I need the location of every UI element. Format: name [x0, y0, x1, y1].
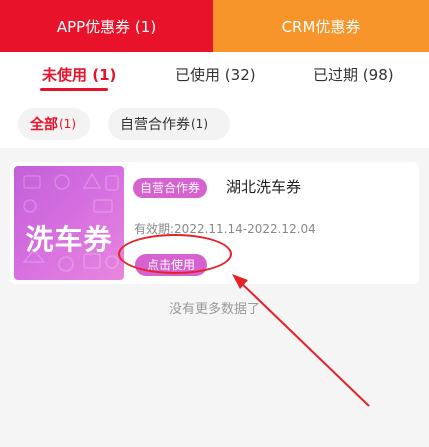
coupon-validity: 有效期:2022.11.14-2022.12.04 — [134, 222, 316, 236]
status-tabs: 未使用 (1) 已使用 (32) 已过期 (98) — [0, 52, 429, 100]
coupon-type-badge: 自营合作券 — [133, 178, 208, 198]
filter-chip-all-label: 全部 — [30, 117, 58, 133]
tab-used[interactable]: 已使用 (32) — [175, 64, 256, 85]
coupon-thumbnail: 洗车券 — [14, 166, 124, 280]
tab-unused[interactable]: 未使用 (1) — [42, 64, 116, 85]
tab-expired[interactable]: 已过期 (98) — [313, 64, 394, 85]
filter-chip-all-count: (1) — [59, 117, 76, 131]
tab-used-label: 已使用 — [175, 66, 221, 84]
coupon-name: 湖北洗车券 — [226, 178, 302, 196]
tab-crm-coupons[interactable]: CRM优惠券 — [213, 0, 429, 52]
coupon-card[interactable]: 洗车券 自营合作券 湖北洗车券 有效期:2022.11.14-2022.12.0… — [10, 162, 419, 284]
filter-chip-partner-count: (1) — [191, 117, 208, 131]
no-more-data-text: 没有更多数据了 — [168, 302, 260, 317]
filter-chip-all[interactable]: 全部 (1) — [18, 108, 90, 140]
coupon-source-tabs: APP优惠券 (1) CRM优惠券 — [0, 0, 429, 52]
tab-expired-label: 已过期 — [313, 66, 359, 84]
coupon-thumbnail-title: 洗车券 — [25, 223, 113, 256]
filter-chip-partner-label: 自营合作券 — [120, 117, 190, 133]
tab-unused-label: 未使用 — [42, 66, 88, 84]
tab-unused-count: (1) — [92, 66, 117, 84]
coupon-list: 洗车券 自营合作券 湖北洗车券 有效期:2022.11.14-2022.12.0… — [0, 148, 429, 447]
tab-app-coupons[interactable]: APP优惠券 (1) — [0, 0, 213, 52]
active-tab-underline — [40, 88, 108, 91]
filter-bar: 全部 (1) 自营合作券 (1) — [0, 100, 429, 148]
filter-chip-partner[interactable]: 自营合作券 (1) — [108, 108, 230, 140]
use-coupon-button[interactable]: 点击使用 — [135, 254, 207, 276]
tab-expired-count: (98) — [362, 66, 394, 84]
tab-used-count: (32) — [224, 66, 256, 84]
